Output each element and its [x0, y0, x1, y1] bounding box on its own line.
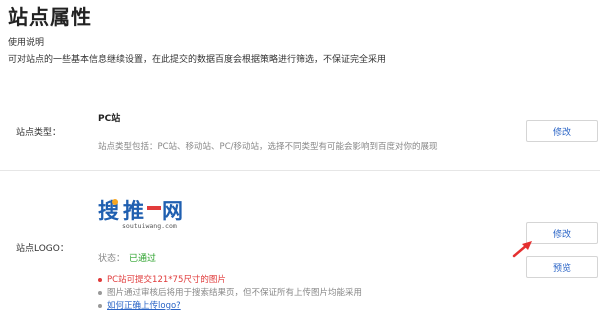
logo-status: 状态： 已通过: [98, 251, 156, 264]
annotation-arrow-icon: [512, 238, 534, 260]
svg-text:网: 网: [162, 199, 183, 223]
site-type-edit-button[interactable]: 修改: [526, 120, 598, 142]
site-logo-edit-button[interactable]: 修改: [526, 222, 598, 244]
help-link[interactable]: 如何正确上传logo?: [107, 301, 181, 311]
svg-text:soutuiwang.com: soutuiwang.com: [122, 222, 177, 230]
site-logo-preview-button[interactable]: 预览: [526, 256, 598, 278]
note-help: 如何正确上传logo?: [98, 300, 362, 313]
logo-notes: PC站可提交121*75尺寸的图片 图片通过审核后将用于搜索结果页，但不保证所有…: [98, 274, 362, 313]
site-logo-label: 站点LOGO：: [16, 244, 69, 254]
svg-text:推: 推: [123, 199, 144, 223]
note-size: PC站可提交121*75尺寸的图片: [98, 274, 362, 287]
bullet-icon: [98, 277, 102, 282]
status-label: 状态：: [98, 254, 126, 264]
page-title: 站点属性: [8, 5, 92, 29]
usage-description: 可对站点的一些基本信息继续设置，在此提交的数据百度会根据策略进行筛选，不保证完全…: [8, 55, 387, 65]
section-divider: [0, 170, 600, 171]
site-type-label: 站点类型：: [16, 128, 62, 138]
note-review: 图片通过审核后将用于搜索结果页，但不保证所有上传图片均能采用: [98, 287, 362, 300]
status-badge: 已通过: [129, 254, 157, 264]
site-logo-image: 搜 推 网 soutuiwang.com: [98, 194, 194, 232]
site-type-value: PC站: [98, 114, 121, 124]
site-type-description: 站点类型包括：PC站、移动站、PC/移动站，选择不同类型有可能会影响到百度对你的…: [98, 142, 438, 152]
usage-title: 使用说明: [8, 38, 45, 48]
bullet-icon: [98, 303, 102, 308]
bullet-icon: [98, 290, 102, 295]
